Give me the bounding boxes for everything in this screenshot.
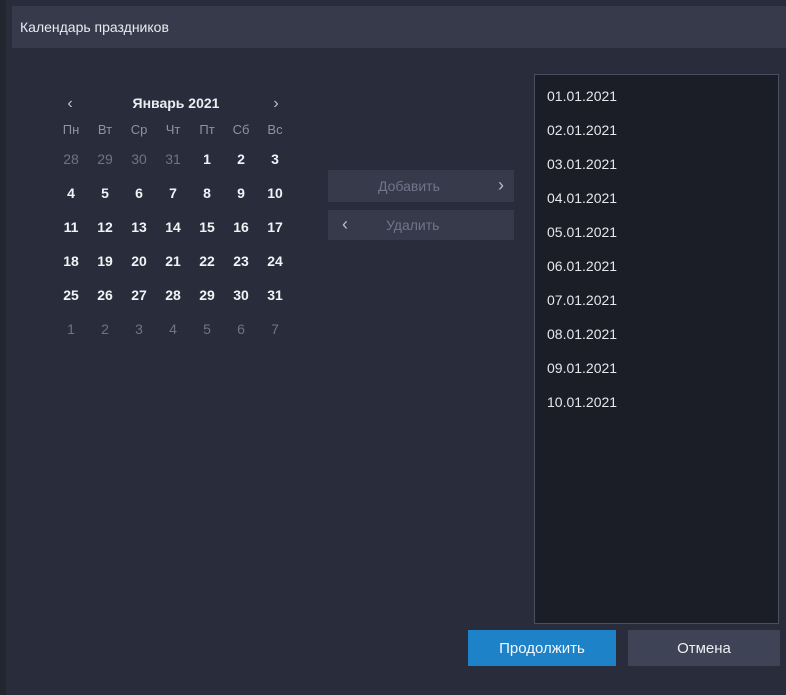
calendar-day[interactable]: 28 — [156, 278, 190, 312]
chevron-left-icon: ‹ — [342, 214, 348, 234]
calendar-day-outside[interactable]: 7 — [258, 312, 292, 346]
calendar-day[interactable]: 5 — [88, 176, 122, 210]
calendar-day[interactable]: 12 — [88, 210, 122, 244]
calendar-day[interactable]: 9 — [224, 176, 258, 210]
calendar-grid: Пн Вт Ср Чт Пт Сб Вс 28 29 30 31 1 2 3 4 5 6 7 8 9 10 11 12 13 1… — [54, 118, 294, 346]
calendar-day-outside[interactable]: 2 — [88, 312, 122, 346]
calendar-day[interactable]: 14 — [156, 210, 190, 244]
calendar-day[interactable]: 13 — [122, 210, 156, 244]
chevron-right-icon: › — [498, 175, 504, 195]
dialog-title: Календарь праздников — [20, 19, 169, 35]
date-list-item[interactable]: 10.01.2021 — [535, 385, 778, 419]
date-list-item[interactable]: 04.01.2021 — [535, 181, 778, 215]
weekday-label: Пн — [62, 122, 80, 137]
calendar-day[interactable]: 29 — [190, 278, 224, 312]
calendar-day[interactable]: 26 — [88, 278, 122, 312]
calendar-day[interactable]: 25 — [54, 278, 88, 312]
add-button[interactable]: Добавить › — [328, 170, 514, 202]
calendar-day[interactable]: 31 — [258, 278, 292, 312]
weekday-label: Пт — [199, 122, 215, 137]
calendar-day[interactable]: 2 — [224, 142, 258, 176]
calendar-month-label: Январь 2021 — [132, 95, 220, 111]
calendar-day[interactable]: 21 — [156, 244, 190, 278]
calendar-day-outside[interactable]: 28 — [54, 142, 88, 176]
calendar-day-outside[interactable]: 4 — [156, 312, 190, 346]
calendar-day[interactable]: 27 — [122, 278, 156, 312]
date-list-item[interactable]: 02.01.2021 — [535, 113, 778, 147]
calendar-day-outside[interactable]: 29 — [88, 142, 122, 176]
date-list-item[interactable]: 07.01.2021 — [535, 283, 778, 317]
date-list-item[interactable]: 06.01.2021 — [535, 249, 778, 283]
weekday-label: Вс — [267, 122, 283, 137]
calendar-day[interactable]: 8 — [190, 176, 224, 210]
dialog-titlebar: Календарь праздников — [12, 6, 786, 48]
date-list-item[interactable]: 01.01.2021 — [535, 79, 778, 113]
calendar-day-outside[interactable]: 1 — [54, 312, 88, 346]
calendar-day[interactable]: 17 — [258, 210, 292, 244]
calendar-day[interactable]: 6 — [122, 176, 156, 210]
weekday-label: Ср — [130, 122, 148, 137]
calendar-day[interactable]: 7 — [156, 176, 190, 210]
date-list-item[interactable]: 05.01.2021 — [535, 215, 778, 249]
date-list-item[interactable]: 03.01.2021 — [535, 147, 778, 181]
calendar-day[interactable]: 19 — [88, 244, 122, 278]
calendar-day[interactable]: 22 — [190, 244, 224, 278]
chevron-left-icon[interactable]: ‹ — [60, 94, 80, 114]
month-calendar: ‹ Январь 2021 › Пн Вт Ср Чт Пт Сб Вс 28 29 30 31 1 2… — [54, 92, 294, 346]
date-list-item[interactable]: 08.01.2021 — [535, 317, 778, 351]
weekday-label: Чт — [165, 122, 181, 137]
weekday-label: Сб — [232, 122, 250, 137]
cancel-button[interactable]: Отмена — [628, 630, 780, 666]
calendar-header: ‹ Январь 2021 › — [54, 92, 294, 118]
remove-button[interactable]: ‹ Удалить — [328, 210, 514, 240]
holiday-calendar-dialog: Календарь праздников ‹ Январь 2021 › Пн В… — [0, 0, 786, 695]
calendar-day[interactable]: 1 — [190, 142, 224, 176]
weekday-label: Вт — [97, 122, 113, 137]
remove-button-label: Удалить — [386, 217, 440, 233]
chevron-right-icon[interactable]: › — [266, 94, 286, 114]
calendar-day-outside[interactable]: 30 — [122, 142, 156, 176]
calendar-day-outside[interactable]: 5 — [190, 312, 224, 346]
date-list-item[interactable]: 09.01.2021 — [535, 351, 778, 385]
calendar-day[interactable]: 3 — [258, 142, 292, 176]
calendar-day-outside[interactable]: 31 — [156, 142, 190, 176]
calendar-day[interactable]: 30 — [224, 278, 258, 312]
calendar-day[interactable]: 10 — [258, 176, 292, 210]
calendar-day[interactable]: 24 — [258, 244, 292, 278]
calendar-day-outside[interactable]: 3 — [122, 312, 156, 346]
continue-button[interactable]: Продолжить — [468, 630, 616, 666]
selected-dates-list[interactable]: 01.01.2021 02.01.2021 03.01.2021 04.01.2021… — [534, 74, 779, 624]
calendar-day[interactable]: 18 — [54, 244, 88, 278]
calendar-day-outside[interactable]: 6 — [224, 312, 258, 346]
calendar-day[interactable]: 16 — [224, 210, 258, 244]
calendar-day[interactable]: 20 — [122, 244, 156, 278]
calendar-day[interactable]: 4 — [54, 176, 88, 210]
calendar-day[interactable]: 23 — [224, 244, 258, 278]
calendar-day[interactable]: 15 — [190, 210, 224, 244]
calendar-day[interactable]: 11 — [54, 210, 88, 244]
add-button-label: Добавить — [378, 178, 440, 194]
